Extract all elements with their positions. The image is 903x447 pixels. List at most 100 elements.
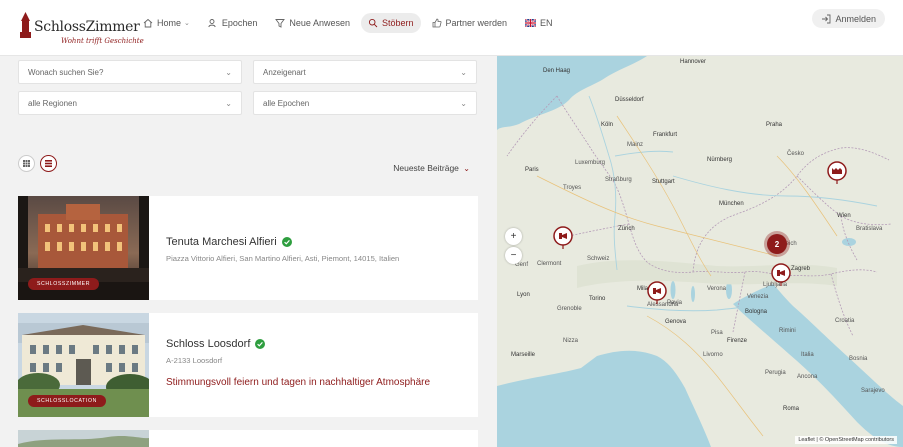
osm-link[interactable]: © OpenStreetMap contributors	[819, 437, 894, 443]
listing-card[interactable]	[18, 430, 478, 447]
castle-map-marker-icon[interactable]	[827, 161, 847, 185]
grid-view-button[interactable]	[18, 155, 35, 172]
nav-neue-anwesen[interactable]: Neue Anwesen	[268, 13, 357, 33]
listing-title[interactable]: Schloss Loosdorf	[166, 338, 466, 350]
nav-home[interactable]: Home ⌄	[136, 13, 197, 33]
results-toolbar: Neueste Beiträge ⌄	[0, 138, 497, 196]
filter-icon	[275, 19, 286, 28]
map-label: Frankfurt	[653, 132, 678, 138]
map-label: Paris	[525, 167, 539, 173]
map-label: Torino	[589, 296, 606, 302]
map-label: Köln	[601, 122, 614, 128]
verified-check-icon	[281, 237, 292, 247]
map-label: Den Haag	[543, 68, 571, 74]
main-nav: Home ⌄ Epochen Neue Anwesen Stöbern Part…	[136, 13, 564, 33]
login-button[interactable]: Anmelden	[812, 9, 885, 28]
nav-home-label: Home	[157, 18, 182, 28]
map-label: München	[719, 201, 744, 207]
map-label: Luxemburg	[575, 160, 606, 166]
filter-bar: Wonach suchen Sie? ⌄ Anzeigenart ⌄ alle …	[0, 56, 497, 138]
list-view-button[interactable]	[40, 155, 57, 172]
listing-claim: Stimmungsvoll feiern und tagen in nachha…	[166, 377, 431, 388]
map-label: Venezia	[747, 294, 769, 300]
castle-tower-icon	[20, 12, 31, 38]
login-icon	[822, 14, 831, 23]
ad-type-select[interactable]: Anzeigenart ⌄	[253, 60, 477, 84]
castle-map-marker-icon[interactable]	[553, 226, 573, 250]
map-label: Bologna	[745, 309, 768, 315]
brand-name: SchlossZimmer	[34, 19, 140, 35]
map-label: Roma	[783, 406, 800, 412]
search-select-value: Wonach suchen Sie?	[28, 67, 104, 77]
map-panel[interactable]: Hannover Den Haag Düsseldorf Köln Luxemb…	[497, 56, 903, 447]
map-label: Česko	[787, 151, 805, 157]
listing-address: Piazza Vittorio Alfieri, San Martino Alf…	[166, 254, 400, 263]
chevron-down-icon: ⌄	[225, 98, 232, 108]
map-label: Sarajevo	[861, 388, 885, 394]
map-label: Grenoble	[557, 306, 582, 312]
login-label: Anmelden	[835, 13, 876, 24]
region-select[interactable]: alle Regionen ⌄	[18, 91, 242, 115]
region-select-value: alle Regionen	[28, 98, 77, 108]
map-label: Wien	[837, 213, 851, 219]
map-label: Straßburg	[605, 177, 632, 183]
map-label: Genova	[665, 319, 687, 325]
map-label: Clermont	[537, 261, 562, 267]
chevron-down-icon: ⌄	[184, 20, 190, 27]
castle-map-marker-icon[interactable]	[771, 263, 791, 287]
map-label: Schweiz	[587, 256, 610, 262]
map-label: Verona	[707, 286, 727, 292]
leaflet-link[interactable]: Leaflet	[798, 437, 815, 443]
nav-partner-werden-label: Partner werden	[445, 18, 508, 28]
nav-stoebern-label: Stöbern	[381, 18, 414, 28]
chevron-down-icon: ⌄	[225, 67, 232, 77]
listing-image[interactable]: SCHLOSSLOCATION	[18, 313, 149, 417]
map-label: Nizza	[563, 338, 579, 344]
nav-language-label: EN	[540, 18, 553, 28]
map-label: Bratislava	[856, 226, 883, 232]
map-label: Perugia	[765, 370, 786, 376]
nav-stoebern[interactable]: Stöbern	[360, 13, 421, 33]
zoom-in-button[interactable]: +	[505, 228, 522, 245]
listing-image[interactable]	[18, 430, 149, 447]
chevron-down-icon: ⌄	[460, 98, 467, 108]
map-label: Croatia	[835, 318, 855, 324]
map-zoom-controls: + −	[505, 228, 522, 264]
nav-neue-anwesen-label: Neue Anwesen	[289, 18, 350, 28]
sort-label: Neueste Beiträge	[393, 163, 459, 173]
map-label: Zagreb	[791, 266, 811, 272]
grid-icon	[23, 160, 30, 167]
zoom-out-button[interactable]: −	[505, 247, 522, 264]
listing-card[interactable]: SCHLOSSLOCATION Schloss Loosdorf A-2133 …	[18, 313, 478, 417]
map-label: Marseille	[511, 352, 536, 358]
epoch-select-value: alle Epochen	[263, 98, 310, 108]
sort-dropdown[interactable]: Neueste Beiträge ⌄	[393, 163, 470, 173]
site-logo[interactable]: SchlossZimmer Wohnt trifft Geschichte	[20, 10, 144, 50]
map-attribution: Leaflet | © OpenStreetMap contributors	[795, 436, 897, 444]
epoch-select[interactable]: alle Epochen ⌄	[253, 91, 477, 115]
listing-image[interactable]: SCHLOSSZIMMER	[18, 196, 149, 300]
uk-flag-icon	[525, 19, 537, 27]
listing-card[interactable]: SCHLOSSZIMMER Tenuta Marchesi Alfieri Pi…	[18, 196, 478, 300]
map-label: Ancona	[797, 374, 818, 380]
listing-list: SCHLOSSZIMMER Tenuta Marchesi Alfieri Pi…	[0, 196, 497, 447]
ad-type-select-value: Anzeigenart	[263, 67, 306, 77]
map-label: Mainz	[627, 142, 644, 148]
home-icon	[143, 18, 153, 28]
listing-title[interactable]: Tenuta Marchesi Alfieri	[166, 236, 466, 248]
nav-language-en[interactable]: EN	[518, 13, 560, 33]
castle-map-marker-icon[interactable]	[647, 281, 667, 305]
map-label: Rimini	[779, 328, 796, 334]
search-select[interactable]: Wonach suchen Sie? ⌄	[18, 60, 242, 84]
nav-partner-werden[interactable]: Partner werden	[425, 13, 515, 33]
brand-tagline: Wohnt trifft Geschichte	[61, 37, 144, 45]
category-badge: SCHLOSSZIMMER	[28, 278, 100, 290]
listing-title-text: Schloss Loosdorf	[166, 338, 251, 350]
map-tiles	[497, 56, 903, 447]
site-header: SchlossZimmer Wohnt trifft Geschichte Ho…	[0, 0, 903, 56]
nav-epochen[interactable]: Epochen	[201, 13, 265, 33]
map-label: Nürnberg	[707, 157, 733, 163]
marker-cluster[interactable]: 2	[767, 234, 787, 254]
chevron-down-icon: ⌄	[463, 164, 470, 173]
chevron-down-icon: ⌄	[460, 67, 467, 77]
